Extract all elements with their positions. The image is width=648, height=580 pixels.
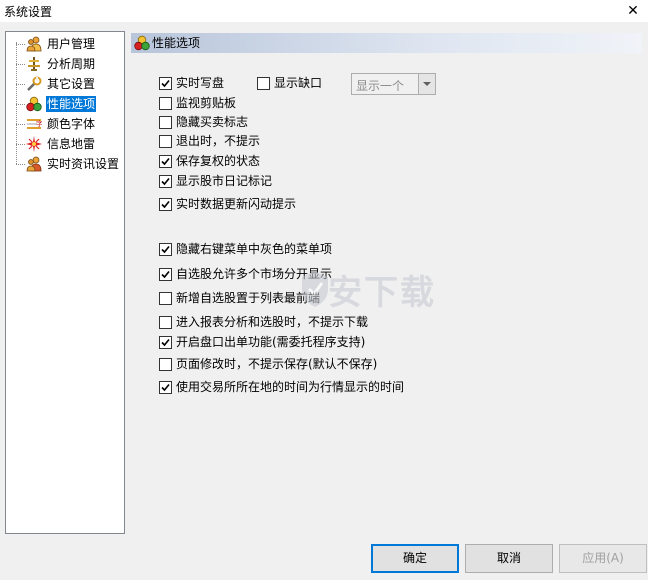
select-value: 显示一个: [356, 79, 405, 93]
option-label: 监视剪贴板: [176, 96, 237, 110]
tree-item-color-font[interactable]: 字 颜色字体: [16, 115, 126, 133]
check-icon: [161, 157, 170, 166]
check-icon: [161, 383, 170, 392]
tree-item-label: 实时资讯设置: [47, 157, 120, 171]
news-users-icon: [26, 156, 42, 172]
tree-item-info-mine[interactable]: 信息地雷: [16, 135, 126, 153]
checkbox[interactable]: [159, 292, 172, 305]
shield-logo-icon: [302, 271, 328, 307]
tools-icon: [27, 76, 42, 91]
checkbox[interactable]: [159, 97, 172, 110]
checkbox[interactable]: [159, 198, 172, 211]
tree-item-performance-options[interactable]: 性能选项: [16, 95, 126, 113]
option-label: 保存复权的状态: [176, 154, 261, 168]
option-label: 实时数据更新闪动提示: [176, 197, 297, 211]
font-color-icon: 字: [27, 119, 42, 129]
checkbox[interactable]: [159, 316, 172, 329]
window-title: 系统设置: [4, 5, 53, 19]
tree-item-label: 性能选项: [46, 96, 97, 112]
checkbox[interactable]: [159, 175, 172, 188]
gap-display-select[interactable]: 显示一个: [351, 73, 436, 95]
tree-item-label: 用户管理: [47, 37, 96, 51]
checkbox[interactable]: [159, 358, 172, 371]
checkbox[interactable]: [159, 155, 172, 168]
check-icon: [161, 245, 170, 254]
tree-item-label: 分析周期: [47, 57, 96, 71]
check-icon: [161, 79, 170, 88]
cancel-button[interactable]: 取消: [465, 544, 553, 573]
option-label: 新增自选股置于列表最前端: [176, 291, 321, 305]
ok-button[interactable]: 确定: [371, 544, 459, 573]
checkbox[interactable]: [159, 336, 172, 349]
mine-icon: [26, 136, 42, 152]
tree-item-analysis-cycle[interactable]: 分析周期: [16, 55, 126, 73]
check-icon: [161, 270, 170, 279]
option-label: 页面修改时，不提示保存(默认不保存): [176, 357, 378, 371]
tree-item-user-management[interactable]: 用户管理: [16, 35, 126, 53]
tree-item-realtime-news[interactable]: 实时资讯设置: [16, 155, 126, 173]
tree-item-other-settings[interactable]: 其它设置: [16, 75, 126, 93]
checkbox[interactable]: [159, 135, 172, 148]
check-icon: [161, 338, 170, 347]
option-label: 隐藏买卖标志: [176, 115, 249, 129]
apply-button[interactable]: 应用(A): [559, 544, 647, 573]
title-bar: 系统设置 ✕: [0, 0, 648, 22]
panel-title: 性能选项: [152, 36, 201, 50]
panel-header: 性能选项: [131, 33, 642, 53]
checkbox[interactable]: [159, 116, 172, 129]
watermark-text: 安下载: [328, 273, 436, 313]
performance-icon: [134, 35, 150, 51]
checkbox[interactable]: [159, 77, 172, 90]
checkbox[interactable]: [159, 268, 172, 281]
svg-text:字: 字: [36, 119, 42, 128]
option-label: 退出时，不提示: [176, 134, 261, 148]
users-icon: [26, 36, 42, 52]
performance-icon: [26, 96, 42, 112]
option-label: 显示股市日记标记: [176, 174, 273, 188]
checkbox[interactable]: [159, 243, 172, 256]
close-button[interactable]: ✕: [618, 0, 648, 22]
option-label: 实时写盘: [176, 76, 225, 90]
cycle-icon: [28, 57, 40, 71]
option-label: 显示缺口: [274, 76, 323, 90]
tree-item-label: 颜色字体: [47, 117, 96, 131]
chevron-down-icon[interactable]: [418, 74, 435, 94]
checkbox[interactable]: [257, 77, 270, 90]
tree-item-label: 信息地雷: [47, 137, 96, 151]
option-label: 开启盘口出单功能(需委托程序支持): [176, 335, 366, 349]
watermark: 安下载: [300, 255, 450, 325]
settings-tree: 用户管理 分析周期 其它设置 性能选项 字 颜色字体 信息地雷 实时资讯设置: [5, 31, 125, 534]
option-label: 使用交易所所在地的时间为行情显示的时间: [176, 380, 405, 394]
check-icon: [161, 177, 170, 186]
checkbox[interactable]: [159, 381, 172, 394]
tree-item-label: 其它设置: [47, 77, 96, 91]
check-icon: [161, 200, 170, 209]
